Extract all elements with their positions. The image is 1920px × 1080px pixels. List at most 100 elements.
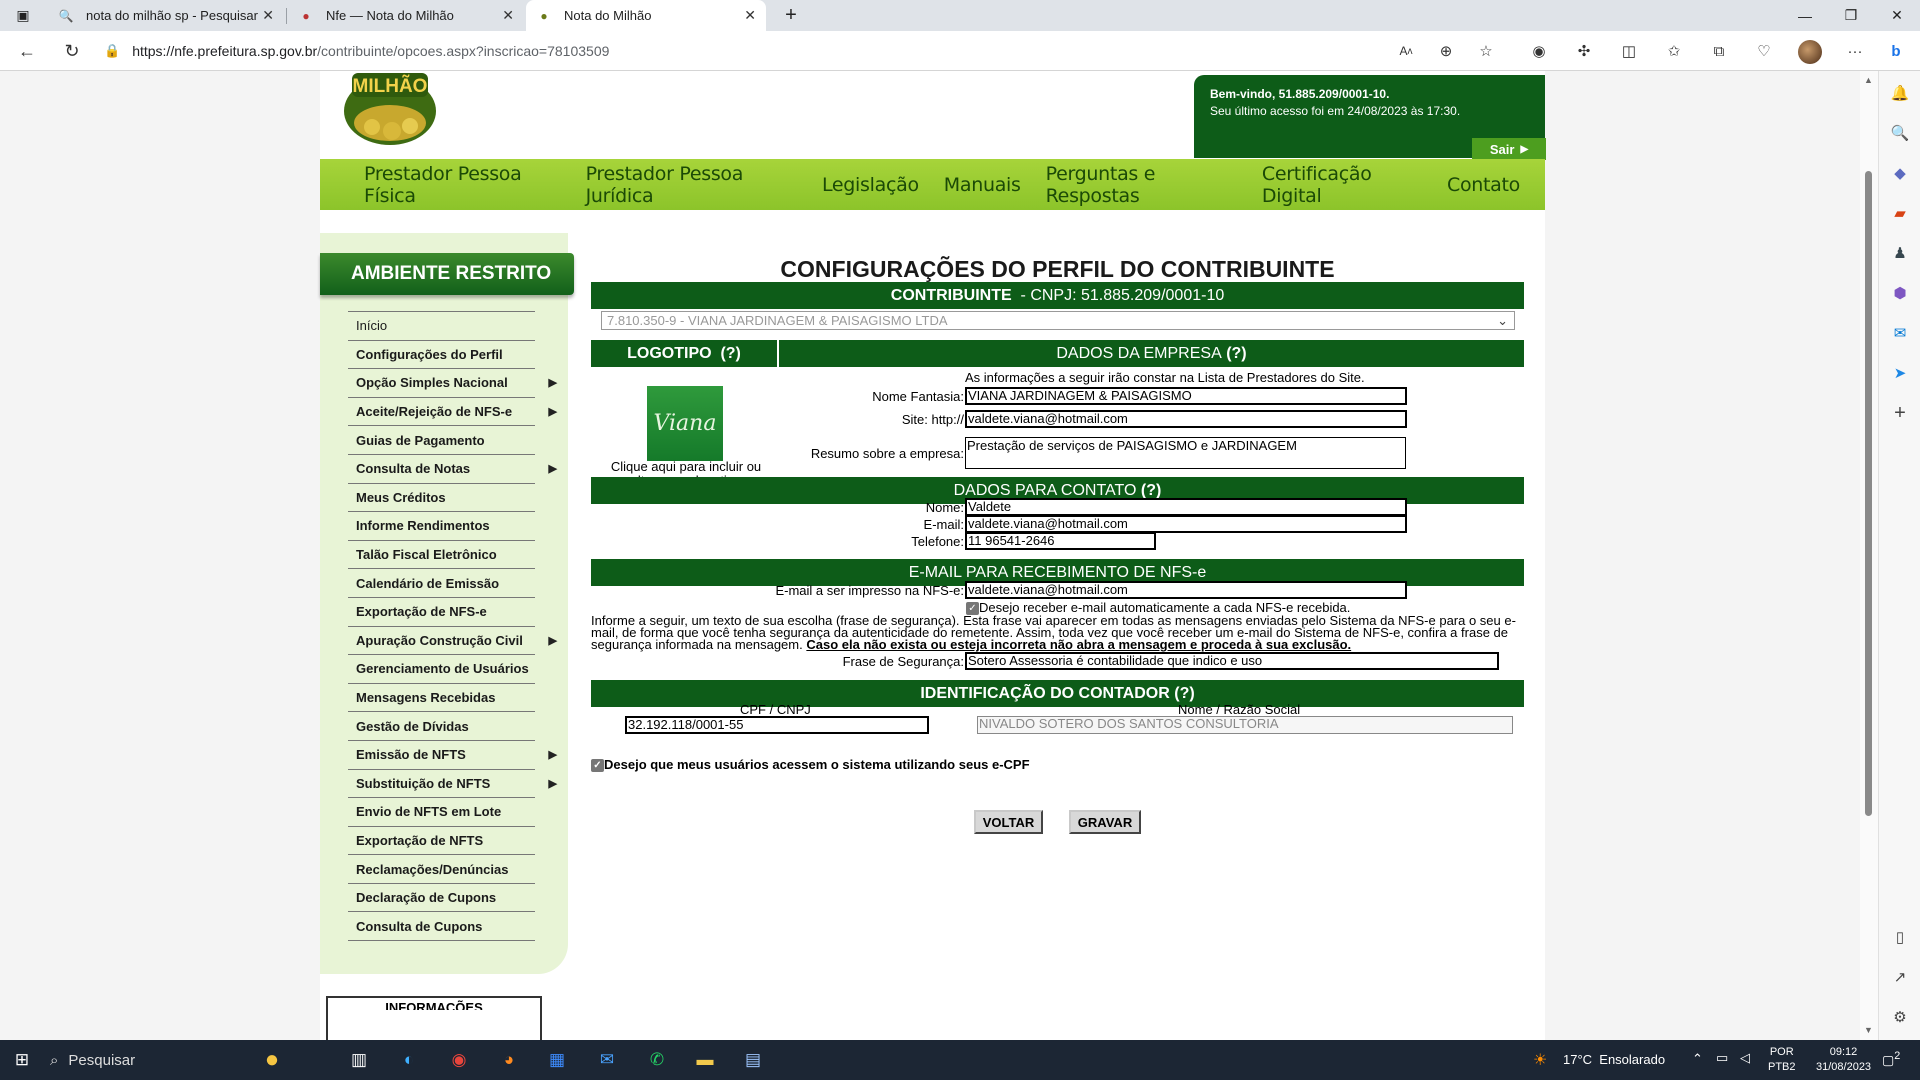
sidebar-item-simples-nacional[interactable]: Opção Simples Nacional ▶ — [348, 369, 557, 398]
bell-icon[interactable]: 🔔 — [1888, 81, 1912, 105]
menu-manuais[interactable]: Manuais — [944, 174, 1021, 196]
read-aloud-icon[interactable]: Aʌ — [1394, 39, 1418, 63]
outlook-icon[interactable]: ✉ — [1888, 321, 1912, 345]
minimize-icon[interactable]: — — [1782, 0, 1828, 31]
menu-contato[interactable]: Contato — [1447, 174, 1520, 196]
menu-prestador-pf[interactable]: Prestador Pessoa Física — [364, 163, 561, 207]
sidebar-item-informe[interactable]: Informe Rendimentos — [348, 512, 535, 541]
favorites-icon[interactable]: ✩ — [1662, 39, 1686, 63]
close-icon[interactable]: ✕ — [502, 7, 514, 24]
toolbox-icon[interactable]: ▰ — [1888, 201, 1912, 225]
email-input[interactable]: valdete.viana@hotmail.com — [965, 515, 1407, 533]
back-icon[interactable]: ← — [13, 37, 41, 65]
external-link-icon[interactable]: ↗ — [1888, 965, 1912, 989]
menu-certificacao[interactable]: Certificação Digital — [1262, 163, 1422, 207]
whatsapp-icon[interactable]: ✆ — [645, 1048, 669, 1072]
sidebar-item-exportacao-nfts[interactable]: Exportação de NFTS — [348, 827, 535, 856]
chevron-up-icon[interactable]: ⌃ — [1692, 1051, 1703, 1067]
more-menu-icon[interactable]: ··· — [1843, 39, 1867, 63]
calculator-icon[interactable]: ▤ — [741, 1048, 765, 1072]
help-link[interactable]: (?) — [1174, 685, 1194, 703]
shopping-tag-icon[interactable]: ◆ — [1888, 161, 1912, 185]
games-icon[interactable]: ♟ — [1888, 241, 1912, 265]
settings-gear-icon[interactable]: ⚙ — [1888, 1005, 1912, 1029]
sidebar-item-talao[interactable]: Talão Fiscal Eletrônico — [348, 541, 535, 570]
menu-perguntas[interactable]: Perguntas e Respostas — [1046, 163, 1237, 207]
tab-nfe[interactable]: ● Nfe — Nota do Milhão ✕ — [288, 0, 524, 31]
windows-start-icon[interactable]: ⊞ — [10, 1048, 34, 1072]
tab-nota-do-milhao[interactable]: ● Nota do Milhão ✕ — [526, 0, 766, 31]
volume-icon[interactable]: ◁ — [1740, 1050, 1750, 1066]
ecpf-checkbox[interactable]: ✓ — [591, 759, 604, 773]
collections-icon[interactable]: ⧉ — [1707, 39, 1731, 63]
help-link[interactable]: (?) — [720, 345, 740, 363]
company-logo-image[interactable]: Viana — [647, 386, 723, 461]
nome-fantasia-input[interactable]: VIANA JARDINAGEM & PAISAGISMO — [965, 387, 1407, 405]
clock[interactable]: 09:12 31/08/2023 — [1816, 1045, 1871, 1075]
microsoft-365-icon[interactable]: ⬢ — [1888, 281, 1912, 305]
browser-essentials-icon[interactable]: ♡ — [1752, 39, 1776, 63]
sidebar-item-mensagens[interactable]: Mensagens Recebidas — [348, 684, 535, 713]
split-screen-icon[interactable]: ◫ — [1617, 39, 1641, 63]
tab-search[interactable]: 🔍 nota do milhão sp - Pesquisar ✕ — [48, 0, 284, 31]
profile-avatar[interactable] — [1798, 40, 1822, 64]
network-icon[interactable]: ▭ — [1716, 1050, 1728, 1066]
scroll-down-icon[interactable]: ▼ — [1864, 1025, 1873, 1035]
tab-actions-icon[interactable]: ▣ — [0, 0, 46, 31]
reload-icon[interactable]: ↻ — [58, 37, 86, 65]
sidebar-item-aceite-rejeicao[interactable]: Aceite/Rejeição de NFS-e ▶ — [348, 398, 557, 427]
nome-input[interactable]: Valdete — [965, 498, 1407, 516]
close-icon[interactable]: ✕ — [744, 7, 756, 24]
favorite-star-icon[interactable]: ☆ — [1474, 39, 1498, 63]
logout-button[interactable]: Sair ▶ — [1472, 138, 1546, 160]
weather-text[interactable]: 17°C Ensolarado — [1563, 1052, 1665, 1067]
site-input[interactable]: valdete.viana@hotmail.com — [965, 410, 1407, 428]
sidebar-item-consulta-notas[interactable]: Consulta de Notas ▶ — [348, 455, 557, 484]
sidebar-item-construcao-civil[interactable]: Apuração Construção Civil ▶ — [348, 627, 557, 656]
new-tab-icon[interactable]: + — [768, 0, 814, 31]
sidebar-item-dividas[interactable]: Gestão de Dívidas — [348, 712, 535, 741]
search-icon[interactable]: 🔍 — [1888, 121, 1912, 145]
gravar-button[interactable]: GRAVAR — [1069, 810, 1141, 834]
taskbar-search[interactable]: ⌕ Pesquisar — [50, 1044, 330, 1076]
language-indicator[interactable]: POR PTB2 — [1768, 1045, 1796, 1075]
firefox-icon[interactable]: ◕ — [497, 1048, 521, 1072]
sidebar-item-creditos[interactable]: Meus Créditos — [348, 484, 535, 513]
extensions-puzzle-icon[interactable]: ✣ — [1572, 39, 1596, 63]
sidebar-item-envio-lote[interactable]: Envio de NFTS em Lote — [348, 798, 535, 827]
contribuinte-select[interactable]: 7.810.350-9 - VIANA JARDINAGEM & PAISAGI… — [601, 311, 1515, 330]
mail-icon[interactable]: ✉ — [595, 1048, 619, 1072]
scrollbar-thumb[interactable] — [1865, 171, 1872, 816]
menu-legislacao[interactable]: Legislação — [822, 174, 919, 196]
sidebar-item-configuracoes[interactable]: Configurações do Perfil — [348, 341, 535, 370]
task-view-icon[interactable]: ▥ — [347, 1048, 371, 1072]
scroll-up-icon[interactable]: ▲ — [1864, 75, 1873, 85]
help-link[interactable]: (?) — [1141, 482, 1161, 500]
zoom-icon[interactable]: ⊕ — [1434, 39, 1458, 63]
sidebar-item-declaracao-cupons[interactable]: Declaração de Cupons — [348, 884, 535, 913]
window-close-icon[interactable]: ✕ — [1874, 0, 1920, 31]
sidebar-panel-icon[interactable]: ▯ — [1888, 925, 1912, 949]
add-icon[interactable]: + — [1888, 401, 1912, 425]
nota-do-milhao-logo[interactable]: MILHÃO — [342, 71, 438, 145]
url-field[interactable]: 🔒 https://nfe.prefeitura.sp.gov.br/contr… — [104, 36, 1404, 66]
sidebar-item-substituicao-nfts[interactable]: Substituição de NFTS ▶ — [348, 770, 557, 799]
send-icon[interactable]: ➤ — [1888, 361, 1912, 385]
sidebar-item-exportacao-nfse[interactable]: Exportação de NFS-e — [348, 598, 535, 627]
copilot-icon[interactable]: b — [1884, 39, 1908, 63]
nfse-email-input[interactable]: valdete.viana@hotmail.com — [965, 581, 1407, 599]
contador-cpf-input[interactable]: 32.192.118/0001-55 — [625, 716, 929, 734]
voltar-button[interactable]: VOLTAR — [974, 810, 1043, 834]
menu-prestador-pj[interactable]: Prestador Pessoa Jurídica — [586, 163, 797, 207]
page-scrollbar[interactable]: ▲ ▼ — [1860, 71, 1878, 1040]
frase-seguranca-input[interactable]: Sotero Assessoria é contabilidade que in… — [965, 652, 1499, 670]
sidebar-item-inicio[interactable]: Início — [348, 312, 535, 341]
sidebar-item-reclamacoes[interactable]: Reclamações/Denúncias — [348, 855, 535, 884]
store-icon[interactable]: ▦ — [545, 1048, 569, 1072]
sidebar-item-consulta-cupons[interactable]: Consulta de Cupons — [348, 912, 535, 942]
sidebar-item-usuarios[interactable]: Gerenciamento de Usuários — [348, 655, 535, 684]
help-link[interactable]: (?) — [1226, 345, 1246, 363]
resumo-textarea[interactable]: Prestação de serviços de PAISAGISMO e JA… — [965, 437, 1406, 469]
sidebar-item-guias[interactable]: Guias de Pagamento — [348, 426, 535, 455]
sidebar-item-calendario[interactable]: Calendário de Emissão — [348, 569, 535, 598]
